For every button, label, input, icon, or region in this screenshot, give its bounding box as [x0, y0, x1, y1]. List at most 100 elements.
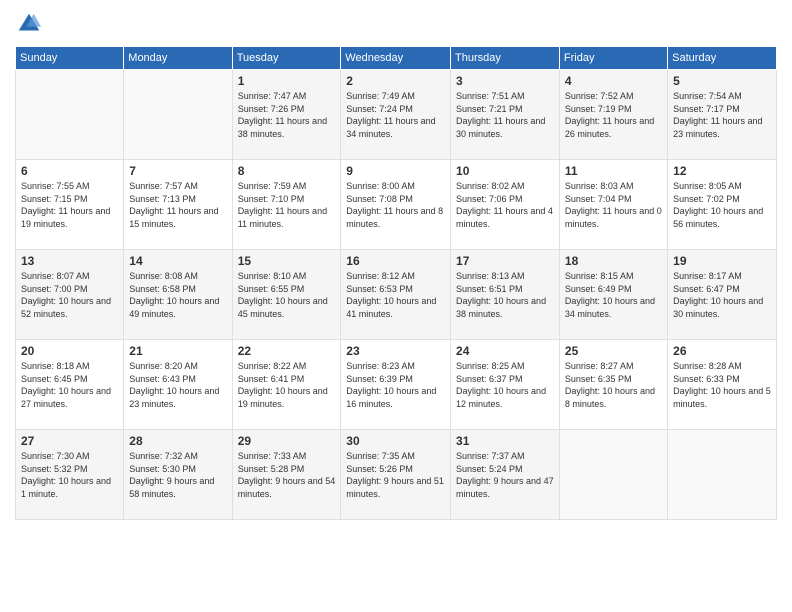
day-info: Sunrise: 8:05 AMSunset: 7:02 PMDaylight:…	[673, 180, 771, 230]
day-cell: 1 Sunrise: 7:47 AMSunset: 7:26 PMDaylight…	[232, 70, 341, 160]
day-cell: 13 Sunrise: 8:07 AMSunset: 7:00 PMDayligh…	[16, 250, 124, 340]
day-info: Sunrise: 7:47 AMSunset: 7:26 PMDaylight:…	[238, 90, 336, 140]
day-cell: 6 Sunrise: 7:55 AMSunset: 7:15 PMDaylight…	[16, 160, 124, 250]
header-friday: Friday	[559, 47, 667, 70]
day-cell: 18 Sunrise: 8:15 AMSunset: 6:49 PMDayligh…	[559, 250, 667, 340]
calendar-header: SundayMondayTuesdayWednesdayThursdayFrid…	[16, 47, 777, 70]
day-info: Sunrise: 8:23 AMSunset: 6:39 PMDaylight:…	[346, 360, 445, 410]
day-info: Sunrise: 7:37 AMSunset: 5:24 PMDaylight:…	[456, 450, 554, 500]
day-info: Sunrise: 8:13 AMSunset: 6:51 PMDaylight:…	[456, 270, 554, 320]
day-info: Sunrise: 7:55 AMSunset: 7:15 PMDaylight:…	[21, 180, 118, 230]
day-number: 23	[346, 344, 445, 358]
header-saturday: Saturday	[668, 47, 777, 70]
day-cell: 30 Sunrise: 7:35 AMSunset: 5:26 PMDayligh…	[341, 430, 451, 520]
day-cell: 11 Sunrise: 8:03 AMSunset: 7:04 PMDayligh…	[559, 160, 667, 250]
week-row-1: 6 Sunrise: 7:55 AMSunset: 7:15 PMDaylight…	[16, 160, 777, 250]
day-number: 21	[129, 344, 226, 358]
header	[15, 10, 777, 38]
day-number: 15	[238, 254, 336, 268]
header-row: SundayMondayTuesdayWednesdayThursdayFrid…	[16, 47, 777, 70]
day-cell	[559, 430, 667, 520]
day-cell: 23 Sunrise: 8:23 AMSunset: 6:39 PMDayligh…	[341, 340, 451, 430]
day-number: 18	[565, 254, 662, 268]
day-info: Sunrise: 8:12 AMSunset: 6:53 PMDaylight:…	[346, 270, 445, 320]
day-number: 20	[21, 344, 118, 358]
day-number: 13	[21, 254, 118, 268]
day-info: Sunrise: 8:22 AMSunset: 6:41 PMDaylight:…	[238, 360, 336, 410]
day-info: Sunrise: 8:28 AMSunset: 6:33 PMDaylight:…	[673, 360, 771, 410]
day-number: 7	[129, 164, 226, 178]
day-info: Sunrise: 7:59 AMSunset: 7:10 PMDaylight:…	[238, 180, 336, 230]
day-info: Sunrise: 7:35 AMSunset: 5:26 PMDaylight:…	[346, 450, 445, 500]
day-cell: 27Sunrise: 7:30 AMSunset: 5:32 PMDayligh…	[16, 430, 124, 520]
day-number: 12	[673, 164, 771, 178]
day-cell: 17Sunrise: 8:13 AMSunset: 6:51 PMDayligh…	[451, 250, 560, 340]
day-info: Sunrise: 8:25 AMSunset: 6:37 PMDaylight:…	[456, 360, 554, 410]
main-container: SundayMondayTuesdayWednesdayThursdayFrid…	[0, 0, 792, 612]
day-cell	[16, 70, 124, 160]
day-cell: 5 Sunrise: 7:54 AMSunset: 7:17 PMDaylight…	[668, 70, 777, 160]
day-cell: 8 Sunrise: 7:59 AMSunset: 7:10 PMDaylight…	[232, 160, 341, 250]
day-cell: 24Sunrise: 8:25 AMSunset: 6:37 PMDayligh…	[451, 340, 560, 430]
day-cell: 25 Sunrise: 8:27 AMSunset: 6:35 PMDayligh…	[559, 340, 667, 430]
day-info: Sunrise: 7:49 AMSunset: 7:24 PMDaylight:…	[346, 90, 445, 140]
day-info: Sunrise: 8:00 AMSunset: 7:08 PMDaylight:…	[346, 180, 445, 230]
day-cell: 14 Sunrise: 8:08 AMSunset: 6:58 PMDayligh…	[124, 250, 232, 340]
day-number: 2	[346, 74, 445, 88]
header-thursday: Thursday	[451, 47, 560, 70]
week-row-3: 20 Sunrise: 8:18 AMSunset: 6:45 PMDayligh…	[16, 340, 777, 430]
day-info: Sunrise: 8:07 AMSunset: 7:00 PMDaylight:…	[21, 270, 118, 320]
day-cell: 21Sunrise: 8:20 AMSunset: 6:43 PMDayligh…	[124, 340, 232, 430]
day-number: 3	[456, 74, 554, 88]
day-info: Sunrise: 8:10 AMSunset: 6:55 PMDaylight:…	[238, 270, 336, 320]
day-info: Sunrise: 7:32 AMSunset: 5:30 PMDaylight:…	[129, 450, 226, 500]
day-info: Sunrise: 7:33 AMSunset: 5:28 PMDaylight:…	[238, 450, 336, 500]
day-cell: 31 Sunrise: 7:37 AMSunset: 5:24 PMDayligh…	[451, 430, 560, 520]
calendar-table: SundayMondayTuesdayWednesdayThursdayFrid…	[15, 46, 777, 520]
header-monday: Monday	[124, 47, 232, 70]
day-cell	[124, 70, 232, 160]
header-sunday: Sunday	[16, 47, 124, 70]
day-number: 28	[129, 434, 226, 448]
day-number: 11	[565, 164, 662, 178]
day-number: 14	[129, 254, 226, 268]
day-number: 25	[565, 344, 662, 358]
day-info: Sunrise: 7:54 AMSunset: 7:17 PMDaylight:…	[673, 90, 771, 140]
day-cell	[668, 430, 777, 520]
day-info: Sunrise: 8:08 AMSunset: 6:58 PMDaylight:…	[129, 270, 226, 320]
day-number: 30	[346, 434, 445, 448]
day-number: 5	[673, 74, 771, 88]
day-cell: 2 Sunrise: 7:49 AMSunset: 7:24 PMDaylight…	[341, 70, 451, 160]
day-number: 16	[346, 254, 445, 268]
day-number: 22	[238, 344, 336, 358]
day-cell: 3Sunrise: 7:51 AMSunset: 7:21 PMDaylight…	[451, 70, 560, 160]
day-number: 19	[673, 254, 771, 268]
day-number: 8	[238, 164, 336, 178]
week-row-4: 27Sunrise: 7:30 AMSunset: 5:32 PMDayligh…	[16, 430, 777, 520]
day-number: 31	[456, 434, 554, 448]
day-cell: 16 Sunrise: 8:12 AMSunset: 6:53 PMDayligh…	[341, 250, 451, 340]
day-number: 1	[238, 74, 336, 88]
day-info: Sunrise: 8:15 AMSunset: 6:49 PMDaylight:…	[565, 270, 662, 320]
day-cell: 20 Sunrise: 8:18 AMSunset: 6:45 PMDayligh…	[16, 340, 124, 430]
day-number: 6	[21, 164, 118, 178]
day-number: 29	[238, 434, 336, 448]
day-cell: 19 Sunrise: 8:17 AMSunset: 6:47 PMDayligh…	[668, 250, 777, 340]
calendar-body: 1 Sunrise: 7:47 AMSunset: 7:26 PMDaylight…	[16, 70, 777, 520]
day-cell: 26Sunrise: 8:28 AMSunset: 6:33 PMDayligh…	[668, 340, 777, 430]
day-cell: 12 Sunrise: 8:05 AMSunset: 7:02 PMDayligh…	[668, 160, 777, 250]
day-cell: 22 Sunrise: 8:22 AMSunset: 6:41 PMDayligh…	[232, 340, 341, 430]
day-info: Sunrise: 8:27 AMSunset: 6:35 PMDaylight:…	[565, 360, 662, 410]
day-info: Sunrise: 7:57 AMSunset: 7:13 PMDaylight:…	[129, 180, 226, 230]
day-info: Sunrise: 8:18 AMSunset: 6:45 PMDaylight:…	[21, 360, 118, 410]
day-info: Sunrise: 8:03 AMSunset: 7:04 PMDaylight:…	[565, 180, 662, 230]
day-info: Sunrise: 7:52 AMSunset: 7:19 PMDaylight:…	[565, 90, 662, 140]
day-cell: 9Sunrise: 8:00 AMSunset: 7:08 PMDaylight…	[341, 160, 451, 250]
week-row-0: 1 Sunrise: 7:47 AMSunset: 7:26 PMDaylight…	[16, 70, 777, 160]
header-wednesday: Wednesday	[341, 47, 451, 70]
day-cell: 15 Sunrise: 8:10 AMSunset: 6:55 PMDayligh…	[232, 250, 341, 340]
day-number: 4	[565, 74, 662, 88]
header-tuesday: Tuesday	[232, 47, 341, 70]
day-info: Sunrise: 8:02 AMSunset: 7:06 PMDaylight:…	[456, 180, 554, 230]
day-info: Sunrise: 8:17 AMSunset: 6:47 PMDaylight:…	[673, 270, 771, 320]
